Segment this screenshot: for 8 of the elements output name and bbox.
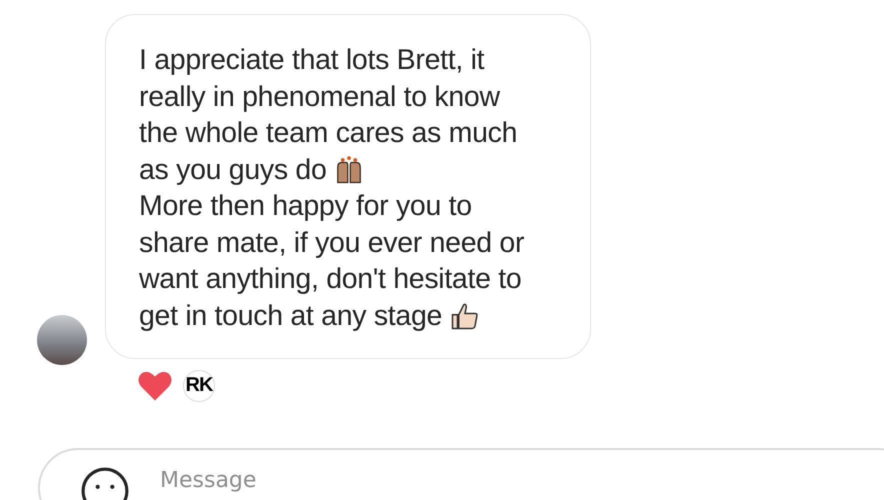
thumbs-up-icon — [450, 300, 480, 330]
heart-icon[interactable] — [137, 369, 173, 402]
message-text: I appreciate that lots Brett, it really in phenomenal to know the whole team cares as much as you guys do — [139, 43, 518, 188]
message-text: More then happy for you to share mate, if you ever need or want anything, don't hesitate to get in touch at any stage — [139, 189, 526, 334]
reactor-initials: RK — [183, 370, 215, 402]
message-input-field[interactable]: Message — [38, 448, 884, 500]
message-input[interactable]: Message — [160, 468, 460, 493]
avatar-photo-placeholder — [37, 315, 87, 365]
